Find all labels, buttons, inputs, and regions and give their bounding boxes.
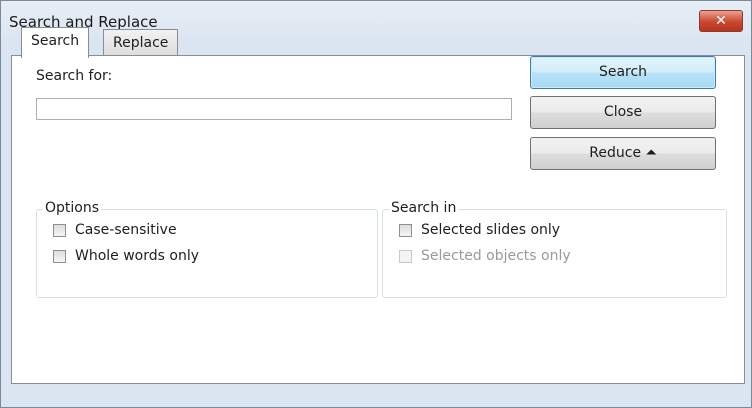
search-input[interactable] [36,98,512,120]
tab-replace[interactable]: Replace [103,29,179,57]
tab-search-label: Search [31,33,80,49]
search-tab-panel: Search for: Search Close Reduce ⏶ Option… [11,55,745,384]
options-legend: Options [43,200,102,216]
search-in-legend: Search in [389,200,459,216]
whole-words-label: Whole words only [75,248,200,264]
options-group: Options Case-sensitive Whole words only [36,200,378,298]
whole-words-checkbox[interactable] [53,250,66,263]
selected-slides-checkbox[interactable] [399,224,412,237]
search-for-label: Search for: [36,68,113,84]
search-in-group: Search in Selected slides only Selected … [382,200,727,298]
case-sensitive-label: Case-sensitive [75,222,177,238]
search-replace-window: Search and Replace ✕ Search Replace Sear… [0,0,752,408]
search-button[interactable]: Search [530,56,716,89]
selected-slides-label: Selected slides only [421,222,561,238]
selected-objects-label: Selected objects only [421,248,571,264]
close-button[interactable]: Close [530,96,716,129]
close-window-button[interactable]: ✕ [699,10,743,32]
tab-search[interactable]: Search [21,27,90,58]
reduce-button[interactable]: Reduce ⏶ [530,137,716,170]
case-sensitive-checkbox[interactable] [53,224,66,237]
close-icon: ✕ [715,13,727,29]
selected-objects-checkbox [399,250,412,263]
tab-replace-label: Replace [113,35,169,51]
